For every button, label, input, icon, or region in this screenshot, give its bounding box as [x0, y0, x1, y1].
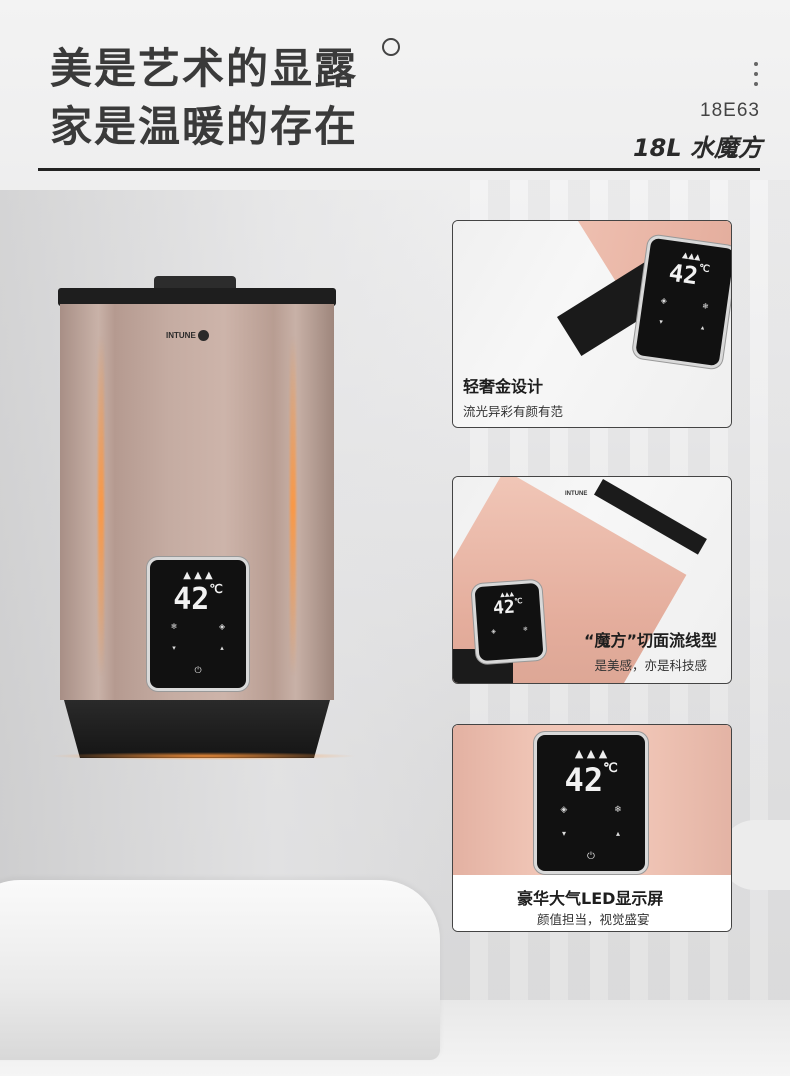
- power-icon: ⏻: [587, 851, 595, 862]
- brand-logo: INTUNE: [166, 328, 236, 342]
- flame-icon: ▲ ▲ ▲: [183, 570, 213, 581]
- front-display-panel: ▲ ▲ ▲ 42℃ ◈ ❄ ▾ ▴ ⏻: [537, 735, 645, 871]
- headline-line-1: 美是艺术的显露: [50, 44, 359, 93]
- model-code: 18E63: [700, 100, 760, 121]
- minus-icon: ▾: [172, 644, 176, 652]
- feature-subtitle: 流光异彩有颜有范: [463, 404, 564, 419]
- heater-edge-glow-right: [290, 336, 296, 676]
- plus-icon: ▴: [220, 644, 224, 652]
- feature-title: 轻奢金设计: [463, 377, 544, 396]
- heater-edge-glow-left: [98, 336, 104, 676]
- logo-mark-icon: [197, 329, 209, 341]
- feature-subtitle: 颜值担当，视觉盛宴: [537, 912, 650, 927]
- power-icon: ⏻: [194, 666, 202, 676]
- feature-photo: INTUNE ▲▲▲ 42℃ ◈ ❄: [453, 477, 731, 683]
- display-temperature: 42℃: [173, 582, 223, 617]
- feature-card-gold-design: ▲▲▲ 42℃ ◈ ❄ ▾ ▴ 轻奢金设计 流光异彩有颜有范: [452, 220, 732, 428]
- headline-line-2: 家是温暖的存在: [50, 102, 359, 151]
- menu-dots-icon[interactable]: [754, 62, 758, 92]
- fan-icon: ❄: [170, 622, 178, 631]
- brand-logo: INTUNE: [565, 491, 588, 497]
- heater-display-panel: ▲ ▲ ▲ 42℃ ❄ ◈ ▾ ▴ ⏻: [150, 560, 246, 688]
- feature-card-cube-shape: INTUNE ▲▲▲ 42℃ ◈ ❄ “魔方”切面流线型 是美感，亦是科技感: [452, 476, 732, 684]
- angle-display-panel: ▲▲▲ 42℃ ◈ ❄: [474, 582, 544, 662]
- water-heater-image: INTUNE ▲ ▲ ▲ 42℃ ❄ ◈ ▾ ▴ ⏻: [48, 276, 358, 766]
- flame-icon: ▲ ▲ ▲: [574, 747, 608, 760]
- display-button-row: ▾ ▴: [658, 317, 705, 332]
- circle-ornament-icon: [382, 38, 400, 56]
- closeup-display-panel: ▲▲▲ 42℃ ◈ ❄ ▾ ▴: [635, 237, 731, 367]
- mode-icon: ◈: [219, 622, 226, 631]
- heater-base: [64, 700, 330, 758]
- headline: 美是艺术的显露 家是温暖的存在: [50, 40, 358, 156]
- display-icon-row: ◈ ❄: [660, 295, 710, 312]
- header-divider: [38, 168, 760, 171]
- product-page: 美是艺术的显露 家是温暖的存在 18E63 18L 水魔方 INTUNE ▲ ▲…: [0, 0, 790, 1076]
- display-temperature: 42℃: [564, 761, 618, 799]
- feature-subtitle: 是美感，亦是科技感: [594, 658, 707, 673]
- feature-title: 豪华大气LED显示屏: [517, 889, 664, 908]
- display-icon-row: ◈ ❄: [560, 805, 622, 815]
- display-icon-row: ◈ ❄: [490, 625, 529, 636]
- display-icon-row: ❄ ◈: [150, 622, 246, 631]
- feature-card-led-display: ▲ ▲ ▲ 42℃ ◈ ❄ ▾ ▴ ⏻ 豪华大气LED显示屏 颜值担当，视觉盛宴: [452, 724, 732, 932]
- display-button-row: ▾ ▴: [150, 644, 246, 652]
- display-temperature: 42℃: [492, 596, 523, 620]
- display-button-row: ▾ ▴: [561, 829, 620, 838]
- feature-title: “魔方”切面流线型: [583, 631, 717, 650]
- heater-under-glow: [48, 752, 358, 760]
- bathtub: [0, 880, 440, 1060]
- model-name: 18L 水魔方: [632, 134, 762, 162]
